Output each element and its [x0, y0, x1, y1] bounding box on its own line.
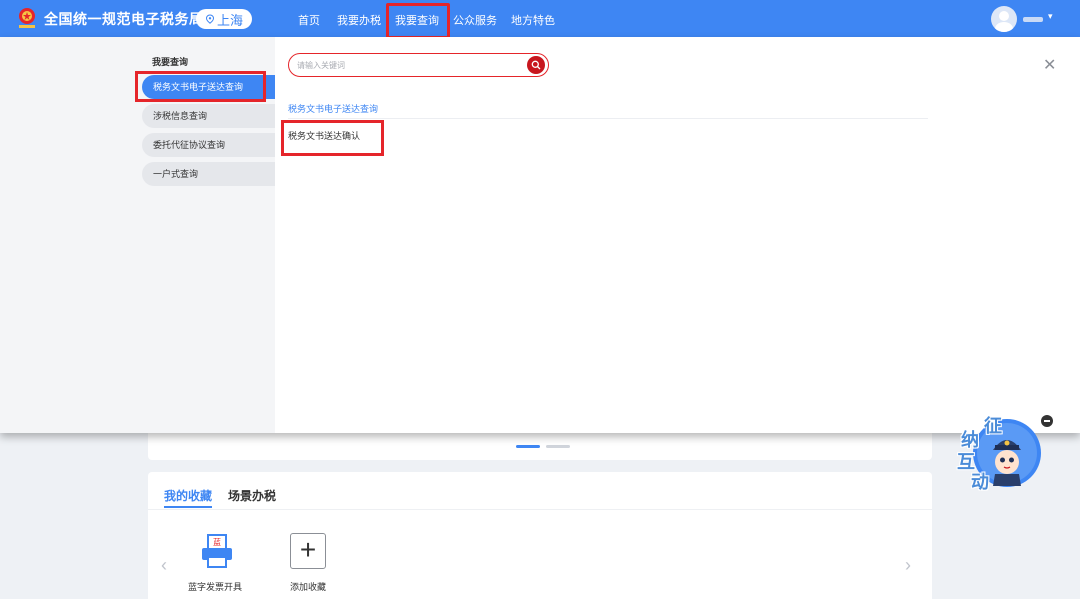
search-box	[288, 53, 549, 77]
search-button[interactable]	[527, 56, 545, 74]
avatar[interactable]	[991, 6, 1017, 32]
invoice-icon-text: 蓝	[213, 537, 221, 547]
active-tab-indicator	[164, 506, 212, 508]
nav-do-tax[interactable]: 我要办税	[337, 12, 381, 28]
section-heading[interactable]: 税务文书电子送达查询	[288, 102, 378, 115]
city-selector[interactable]: 上海	[196, 9, 252, 29]
sidebar-title: 我要查询	[152, 57, 189, 67]
chevron-left-icon[interactable]: ‹	[161, 555, 167, 576]
search-icon	[531, 60, 541, 70]
top-header: 全国统一规范电子税务局 上海 首页 我要办税 我要查询 公众服务 地方特色 ▾	[0, 0, 1080, 39]
tab-my-favorites[interactable]: 我的收藏	[164, 487, 212, 504]
query-dropdown-panel: 我要查询 税务文书电子送达查询 涉税信息查询 委托代征协议查询 一户式查询 税务…	[0, 37, 1080, 433]
nav-home[interactable]: 首页	[298, 12, 320, 28]
nav-local-features[interactable]: 地方特色	[511, 12, 555, 28]
tax-emblem-icon	[16, 6, 38, 31]
highlight-box-result	[281, 120, 384, 156]
favorite-label-add[interactable]: 添加收藏	[290, 580, 326, 593]
tab-scene-tax[interactable]: 场景办税	[228, 487, 276, 504]
close-icon[interactable]: ✕	[1043, 55, 1056, 75]
divider	[148, 509, 932, 510]
username-masked[interactable]	[1023, 17, 1043, 22]
highlight-box-nav	[386, 3, 450, 39]
minimize-icon[interactable]	[1041, 415, 1053, 427]
carousel-dot[interactable]	[546, 445, 570, 448]
chevron-down-icon[interactable]: ▾	[1048, 11, 1053, 22]
interaction-helper-widget[interactable]: 征 纳 互 动	[955, 412, 1045, 494]
sidebar-item-one-stop-query[interactable]: 一户式查询	[142, 162, 275, 186]
sidebar-item-tax-info-query[interactable]: 涉税信息查询	[142, 104, 275, 128]
highlight-box-sidebar	[135, 71, 266, 102]
chevron-right-icon[interactable]: ›	[905, 555, 911, 576]
helper-char-dong: 动	[971, 472, 989, 493]
favorite-label-blue-invoice[interactable]: 蓝字发票开具	[188, 580, 242, 593]
nav-public-service[interactable]: 公众服务	[453, 12, 497, 28]
divider	[288, 118, 928, 119]
city-label: 上海	[216, 12, 243, 28]
query-sidebar: 我要查询 税务文书电子送达查询 涉税信息查询 委托代征协议查询 一户式查询	[0, 37, 275, 433]
search-input[interactable]	[297, 57, 517, 73]
helper-char-zheng: 征	[984, 416, 1002, 437]
location-pin-icon	[205, 14, 214, 24]
carousel-dot-active[interactable]	[516, 445, 540, 448]
invoice-printer-icon[interactable]: 蓝	[200, 533, 234, 569]
sidebar-item-agency-agreement-query[interactable]: 委托代征协议查询	[142, 133, 275, 157]
site-title[interactable]: 全国统一规范电子税务局	[44, 9, 204, 29]
plus-icon[interactable]: +	[290, 533, 326, 569]
